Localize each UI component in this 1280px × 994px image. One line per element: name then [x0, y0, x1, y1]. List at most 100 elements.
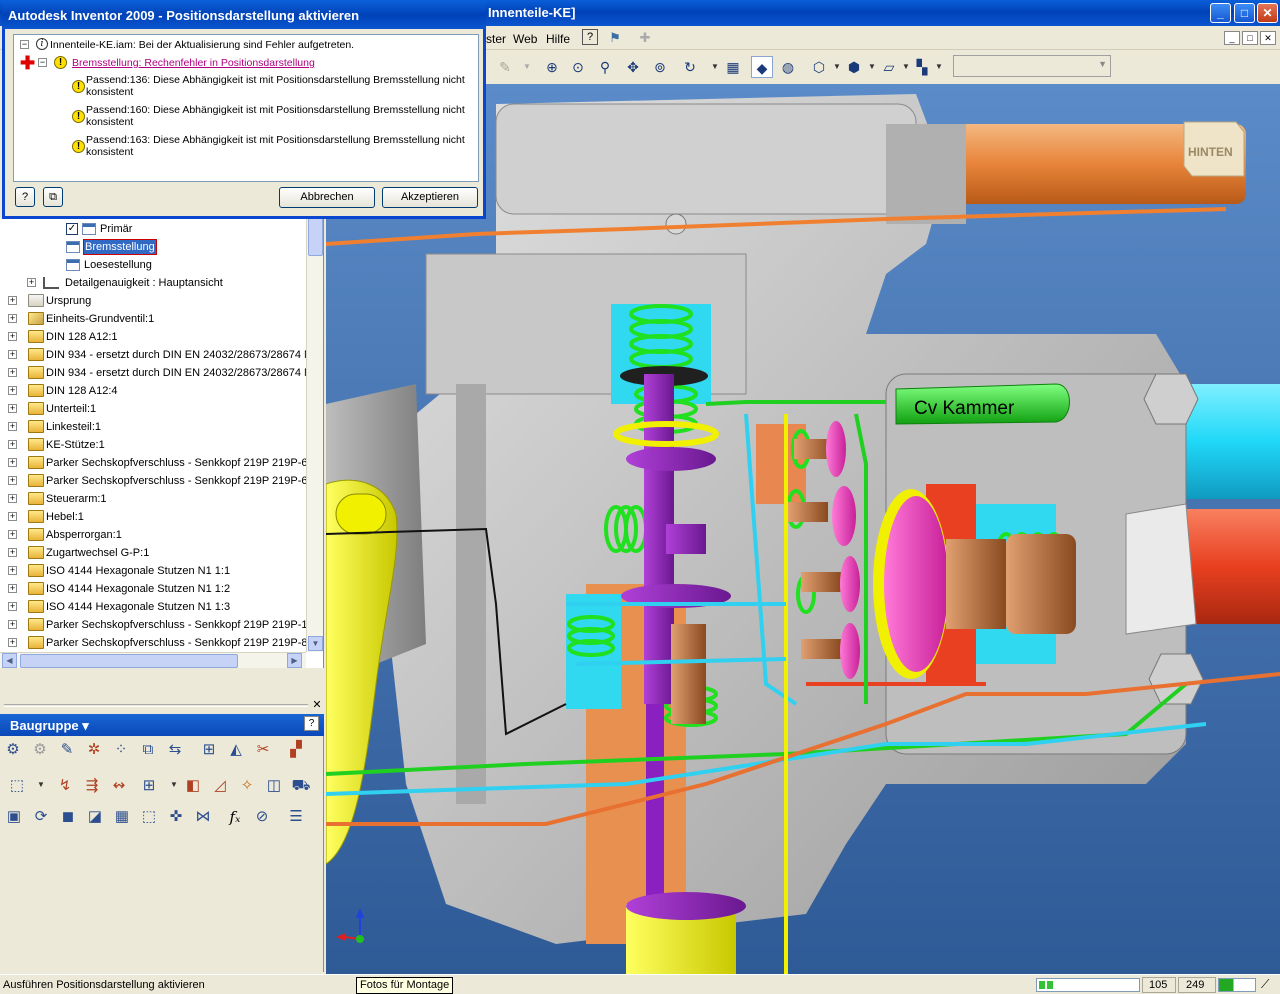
chamfer-icon[interactable]: ✧ [237, 776, 257, 796]
analyze-icon[interactable]: ⛟ [291, 776, 311, 796]
expand-icon[interactable]: + [8, 314, 17, 323]
browser-horizontal-scrollbar[interactable]: ◀ ▶ [0, 652, 306, 668]
tree-item-ursprung[interactable]: + Ursprung [8, 292, 306, 310]
dialog-title-bar[interactable]: Autodesk Inventor 2009 - Positionsdarste… [2, 1, 486, 29]
scroll-thumb[interactable] [20, 654, 238, 668]
cancel-button[interactable]: Abbrechen [279, 187, 375, 208]
zoom-all-icon[interactable]: ⊕ [541, 56, 563, 78]
display-style-icon[interactable]: ▚ [911, 56, 933, 78]
expand-icon[interactable]: + [8, 332, 17, 341]
sketch-icon[interactable]: ✎ [494, 56, 516, 78]
zoom-window-icon[interactable]: ⊙ [567, 56, 589, 78]
tree-item-component[interactable]: + ISO 4144 Hexagonale Stutzen N1 1:3 [8, 598, 306, 616]
viewcube[interactable]: HINTEN [1183, 121, 1245, 177]
expand-icon[interactable]: + [8, 386, 17, 395]
expand-icon[interactable]: + [8, 566, 17, 575]
mirror-components-icon[interactable]: ⁘ [111, 740, 131, 760]
expand-icon[interactable]: + [8, 548, 17, 557]
orbit-icon[interactable]: ↻ [679, 56, 701, 78]
hole-icon[interactable]: ◫ [264, 776, 284, 796]
expand-icon[interactable]: + [8, 476, 17, 485]
rotate-component-icon[interactable]: ✂ [253, 740, 273, 760]
tree-item-component[interactable]: + Absperrorgan:1 [8, 526, 306, 544]
parameters-icon[interactable]: fₓ [225, 807, 245, 827]
error-link[interactable]: Bremsstellung: Rechenfehler in Positions… [72, 57, 315, 69]
tree-item-component[interactable]: + Unterteil:1 [8, 400, 306, 418]
help-icon[interactable]: ? [582, 29, 598, 45]
expand-icon[interactable]: + [8, 422, 17, 431]
ground-shadow-icon[interactable]: ◍ [777, 56, 799, 78]
tree-item-component[interactable]: + Parker Sechskopfverschluss - Senkkopf 2… [8, 454, 306, 472]
scroll-right-icon[interactable]: ▶ [287, 653, 302, 668]
menu-item-hilfe[interactable]: Hilfe [546, 32, 570, 46]
scroll-down-icon[interactable]: ▼ [308, 636, 323, 651]
scroll-thumb[interactable] [308, 218, 323, 256]
tree-item-component[interactable]: + Zugartwechsel G-P:1 [8, 544, 306, 562]
scroll-left-icon[interactable]: ◀ [2, 653, 17, 668]
browser-vertical-scrollbar[interactable]: ▼ [306, 218, 323, 652]
minimize-button[interactable]: _ [1210, 3, 1231, 23]
expand-icon[interactable]: + [8, 296, 17, 305]
copy-components-icon[interactable]: ⧉ [138, 740, 158, 760]
work-plane-icon[interactable]: ⬚ [7, 776, 27, 796]
derive-icon[interactable]: ◧ [183, 776, 203, 796]
shaded-part-icon[interactable]: ▣ [4, 807, 24, 827]
zoom-icon[interactable]: ⚲ [594, 56, 616, 78]
expand-icon[interactable]: + [8, 350, 17, 359]
expand-icon[interactable]: + [8, 494, 17, 503]
extrude-icon[interactable]: ◿ [210, 776, 230, 796]
tree-item-component[interactable]: + DIN 128 A12:4 [8, 382, 306, 400]
expand-icon[interactable]: + [8, 638, 17, 647]
close-button[interactable]: ✕ [1257, 3, 1278, 23]
accept-button[interactable]: Akzeptieren [382, 187, 478, 208]
copy-button[interactable]: ⧉ [43, 187, 63, 207]
design-view-combo[interactable]: ▼ [953, 55, 1111, 77]
expand-icon[interactable]: + [27, 278, 36, 287]
connector-icon[interactable]: ✜ [166, 807, 186, 827]
shell-icon[interactable]: ◪ [85, 807, 105, 827]
collapse-icon[interactable]: − [20, 40, 29, 49]
tree-item-component[interactable]: + ISO 4144 Hexagonale Stutzen N1 1:2 [8, 580, 306, 598]
checkbox-checked-icon[interactable]: ✓ [66, 223, 78, 235]
sketch-panel-icon[interactable]: ▞ [286, 740, 306, 760]
expand-icon[interactable]: + [8, 620, 17, 629]
look-at-icon[interactable]: ▦ [722, 56, 744, 78]
tree-item-einheits-grundventil[interactable]: + Einheits-Grundventil:1 [8, 310, 306, 328]
tree-item-component[interactable]: + Linkesteil:1 [8, 418, 306, 436]
mdi-restore-button[interactable]: □ [1242, 31, 1258, 45]
place-from-content-icon[interactable]: ⚙ [30, 740, 50, 760]
tree-item-component[interactable]: + Parker Sechskopfverschluss - Senkkopf 2… [8, 634, 306, 652]
mdi-minimize-button[interactable]: _ [1224, 31, 1240, 45]
expand-icon[interactable]: + [8, 530, 17, 539]
grid-icon[interactable]: ▦ [112, 807, 132, 827]
pattern-component-icon[interactable]: ✲ [84, 740, 104, 760]
bom-icon[interactable]: ⊞ [139, 776, 159, 796]
expand-icon[interactable]: + [8, 602, 17, 611]
substitute-component-icon[interactable]: ⇆ [165, 740, 185, 760]
expand-icon[interactable]: + [8, 440, 17, 449]
add-icon[interactable]: ✚ [636, 29, 654, 47]
tree-item-component[interactable]: + DIN 934 - ersetzt durch DIN EN 24032/28… [8, 364, 306, 382]
tree-item-component[interactable]: + Parker Sechskopfverschluss - Senkkopf 2… [8, 616, 306, 634]
tree-item-component[interactable]: + Steuerarm:1 [8, 490, 306, 508]
panel-close-icon[interactable]: ✕ [311, 698, 323, 712]
expand-icon[interactable]: + [8, 458, 17, 467]
menu-item-web[interactable]: Web [513, 32, 537, 46]
ucs-icon[interactable]: ↭ [109, 776, 129, 796]
move-component-icon[interactable]: ◭ [226, 740, 246, 760]
prohibit-icon[interactable]: ⊘ [252, 807, 272, 827]
bounding-box-icon[interactable]: ⬚ [139, 807, 159, 827]
work-axis-icon[interactable]: ↯ [55, 776, 75, 796]
tree-item-component[interactable]: + Hebel:1 [8, 508, 306, 526]
pan-icon[interactable]: ✥ [622, 56, 644, 78]
section-view-icon[interactable]: ▱ [878, 56, 900, 78]
mdi-close-button[interactable]: ✕ [1260, 31, 1276, 45]
shaded-display-icon[interactable]: ◆ [751, 56, 773, 78]
tree-item-component[interactable]: + ISO 4144 Hexagonale Stutzen N1 1:1 [8, 562, 306, 580]
expand-icon[interactable]: + [8, 584, 17, 593]
create-component-icon[interactable]: ✎ [57, 740, 77, 760]
panel-title-bar[interactable]: Baugruppe ▾ [0, 714, 324, 736]
tree-item-component[interactable]: + Parker Sechskopfverschluss - Senkkopf 2… [8, 472, 306, 490]
expand-icon[interactable]: + [8, 368, 17, 377]
expand-icon[interactable]: + [8, 404, 17, 413]
